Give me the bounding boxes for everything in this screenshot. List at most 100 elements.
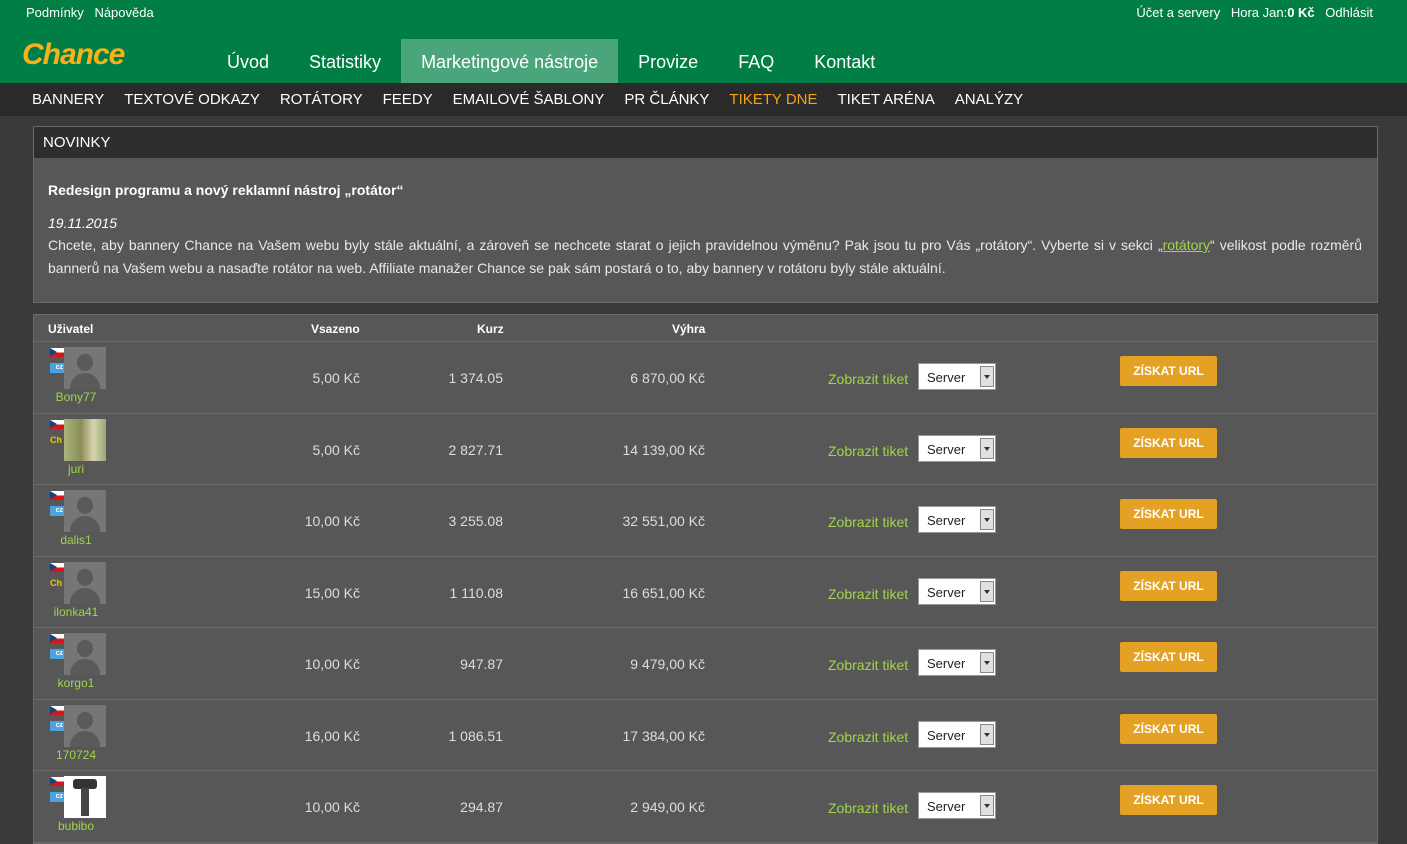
win-value: 6 870,00 Kč <box>630 370 705 386</box>
server-select-value: Server <box>927 441 966 457</box>
news-heading: NOVINKY <box>34 127 1377 158</box>
balance: 0 Kč <box>1287 5 1315 20</box>
nav-statistiky[interactable]: Statistiky <box>289 39 401 83</box>
rotatory-link[interactable]: rotátory <box>1163 237 1210 253</box>
show-ticket-link[interactable]: Zobrazit tiket <box>828 514 908 530</box>
top-bar: Podmínky Nápověda Účet a servery Hora Ja… <box>0 0 1407 25</box>
subnav-tikety-dne[interactable]: TIKETY DNE <box>719 83 827 116</box>
win-value: 2 949,00 Kč <box>630 799 705 815</box>
show-ticket-link[interactable]: Zobrazit tiket <box>828 586 908 602</box>
language-icon: Ch <box>50 577 62 588</box>
chevron-down-icon[interactable] <box>980 437 994 459</box>
subnav-rotatory[interactable]: ROTÁTORY <box>270 83 373 116</box>
username-link[interactable]: korgo1 <box>34 676 118 690</box>
odds-value: 1 374.05 <box>448 370 504 386</box>
nav-kontakt[interactable]: Kontakt <box>794 39 895 83</box>
win-value: 32 551,00 Kč <box>622 513 705 529</box>
nav-marketingove-nastroje[interactable]: Marketingové nástroje <box>401 39 619 83</box>
terms-link[interactable]: Podmínky <box>26 5 84 20</box>
get-url-button[interactable]: ZÍSKAT URL <box>1120 427 1217 458</box>
get-url-button[interactable]: ZÍSKAT URL <box>1120 642 1217 672</box>
table-row: Ch juri 5,00 Kč 2 827.71 14 139,00 Kč Zobrazi… <box>34 414 1377 485</box>
show-ticket-link[interactable]: Zobrazit tiket <box>828 657 908 673</box>
server-select[interactable]: Server <box>918 363 996 390</box>
server-select[interactable]: Server <box>918 649 996 676</box>
chance-logo[interactable]: Chance <box>22 38 125 72</box>
subnav-pr-clanky[interactable]: PR ČLÁNKY <box>614 83 719 116</box>
server-select[interactable]: Server <box>918 434 996 462</box>
get-url-button[interactable]: ZÍSKAT URL <box>1120 570 1217 601</box>
chevron-down-icon[interactable] <box>980 652 994 673</box>
avatar <box>64 633 106 675</box>
server-select-value: Server <box>927 370 966 385</box>
username-link[interactable]: Bony77 <box>34 390 118 404</box>
news-body-text: Chcete, aby bannery Chance na Vašem webu… <box>48 237 1163 253</box>
table-row: cz Bony77 5,00 Kč 1 374.05 6 870,00 Kč Zobraz… <box>34 342 1377 414</box>
nav-faq[interactable]: FAQ <box>718 39 794 83</box>
chevron-down-icon[interactable] <box>980 795 994 816</box>
logout-link[interactable]: Odhlásit <box>1325 5 1373 20</box>
username-link[interactable]: ilonka41 <box>34 605 118 619</box>
table-row: cz 170724 16,00 Kč 1 086.51 17 384,00 Kč Zobr… <box>34 700 1377 771</box>
news-body: Chcete, aby bannery Chance na Vašem webu… <box>48 234 1362 279</box>
help-link[interactable]: Nápověda <box>94 5 153 20</box>
username-link[interactable]: bubibo <box>34 819 118 833</box>
table-row: cz korgo1 10,00 Kč 947.87 9 479,00 Kč Zobrazi… <box>34 628 1377 700</box>
avatar <box>64 561 106 604</box>
win-value: 14 139,00 Kč <box>622 441 705 458</box>
server-select-value: Server <box>927 513 966 528</box>
get-url-button[interactable]: ZÍSKAT URL <box>1120 785 1217 815</box>
header-win: Výhra <box>672 322 706 336</box>
win-value: 17 384,00 Kč <box>622 727 705 744</box>
account-link[interactable]: Účet a servery <box>1136 5 1220 20</box>
show-ticket-link[interactable]: Zobrazit tiket <box>828 800 908 816</box>
nav-uvod[interactable]: Úvod <box>207 39 289 83</box>
get-url-button[interactable]: ZÍSKAT URL <box>1120 356 1217 386</box>
avatar <box>64 704 106 747</box>
show-ticket-link[interactable]: Zobrazit tiket <box>828 729 908 745</box>
header-stake: Vsazeno <box>311 322 360 336</box>
server-select[interactable]: Server <box>918 720 996 748</box>
stake-value: 5,00 Kč <box>312 441 360 458</box>
chevron-down-icon[interactable] <box>980 723 994 745</box>
stake-value: 10,00 Kč <box>304 656 360 672</box>
server-select[interactable]: Server <box>918 506 996 533</box>
chevron-down-icon[interactable] <box>980 580 994 602</box>
news-box: NOVINKY Redesign programu a nový reklamn… <box>33 126 1378 303</box>
show-ticket-link[interactable]: Zobrazit tiket <box>828 443 908 459</box>
get-url-button[interactable]: ZÍSKAT URL <box>1120 499 1217 529</box>
odds-value: 294.87 <box>460 799 503 815</box>
subnav-emailove-sablony[interactable]: EMAILOVÉ ŠABLONY <box>443 83 615 116</box>
news-title: Redesign programu a nový reklamní nástro… <box>48 182 404 198</box>
czech-flag-icon <box>50 419 64 429</box>
chevron-down-icon[interactable] <box>980 509 994 530</box>
language-icon: cz <box>50 720 64 731</box>
subnav-tiket-arena[interactable]: TIKET ARÉNA <box>828 83 945 116</box>
subnav-feedy[interactable]: FEEDY <box>373 83 443 116</box>
server-select-value: Server <box>927 799 966 814</box>
czech-flag-icon <box>50 634 64 643</box>
chevron-down-icon[interactable] <box>980 366 994 387</box>
server-select[interactable]: Server <box>918 577 996 605</box>
subnav-bannery[interactable]: BANNERY <box>22 83 114 116</box>
get-url-button[interactable]: ZÍSKAT URL <box>1120 713 1217 744</box>
table-row: Ch ilonka41 15,00 Kč 1 110.08 16 651,00 Kč Zo… <box>34 557 1377 628</box>
czech-flag-icon <box>50 491 64 500</box>
subnav-textove-odkazy[interactable]: TEXTOVÉ ODKAZY <box>114 83 270 116</box>
server-select-value: Server <box>927 584 966 600</box>
subnav-analyzy[interactable]: ANALÝZY <box>945 83 1033 116</box>
username-link[interactable]: juri <box>34 462 118 476</box>
avatar <box>64 776 106 818</box>
win-value: 9 479,00 Kč <box>630 656 705 672</box>
stake-value: 10,00 Kč <box>304 799 360 815</box>
nav-provize[interactable]: Provize <box>618 39 718 83</box>
server-select[interactable]: Server <box>918 792 996 819</box>
username-link[interactable]: dalis1 <box>34 533 118 547</box>
table-row: cz dalis1 10,00 Kč 3 255.08 32 551,00 Kč Zobr… <box>34 485 1377 557</box>
show-ticket-link[interactable]: Zobrazit tiket <box>828 371 908 387</box>
username-link[interactable]: 170724 <box>34 748 118 762</box>
odds-value: 947.87 <box>460 656 503 672</box>
czech-flag-icon <box>50 705 64 715</box>
site-header: Podmínky Nápověda Účet a servery Hora Ja… <box>0 0 1407 83</box>
header-user: Uživatel <box>48 322 94 336</box>
